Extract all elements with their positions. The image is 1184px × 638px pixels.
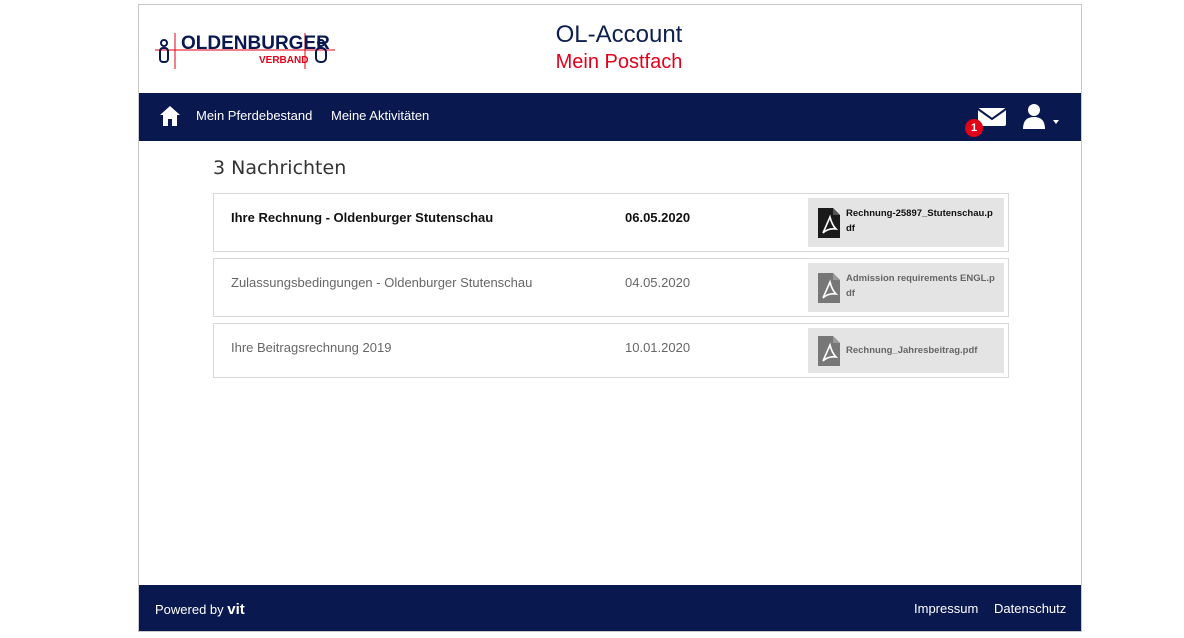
- message-row-3[interactable]: Ihre Beitragsrechnung 2019 10.01.2020 Re…: [213, 323, 1009, 378]
- attachment-filename: Admission requirements ENGL.pdf: [846, 273, 995, 299]
- page-title-block: OL-Account Mein Postfach: [519, 21, 719, 75]
- message-count: 3 Nachrichten: [213, 157, 347, 179]
- page-footer: Powered by vit Impressum Datenschutz: [139, 585, 1081, 631]
- unread-count-badge: 1: [965, 119, 983, 137]
- datenschutz-link[interactable]: Datenschutz: [994, 601, 1066, 616]
- nav-link-aktivitaeten[interactable]: Meine Aktivitäten: [331, 108, 429, 123]
- message-subject: Zulassungsbedingungen - Oldenburger Stut…: [231, 275, 533, 290]
- message-date: 06.05.2020: [625, 210, 691, 225]
- message-subject: Ihre Beitragsrechnung 2019: [231, 340, 392, 355]
- attachment-filename: Rechnung_Jahresbeitrag.pdf: [846, 345, 978, 356]
- vit-logo[interactable]: vit: [227, 601, 245, 618]
- nav-link-pferdebestand[interactable]: Mein Pferdebestand: [196, 108, 312, 123]
- message-subject: Ihre Rechnung - Oldenburger Stutenschau: [231, 210, 494, 225]
- page-header: OLDENBURGER VERBAND OL-Account Mein Post…: [139, 5, 1081, 93]
- user-menu-button[interactable]: [1021, 103, 1063, 131]
- powered-by-label: Powered by: [155, 602, 224, 617]
- pdf-icon: [818, 273, 840, 303]
- app-title: OL-Account: [555, 21, 683, 48]
- message-row-1[interactable]: Ihre Rechnung - Oldenburger Stutenschau …: [213, 193, 1009, 252]
- oldenburger-logo[interactable]: OLDENBURGER VERBAND: [155, 29, 335, 73]
- pdf-icon: [818, 208, 840, 238]
- attachment-filename: Rechnung-25897_Stutenschau.pdf: [846, 208, 993, 234]
- chevron-down-icon: [1053, 120, 1059, 124]
- attachment-button[interactable]: Rechnung_Jahresbeitrag.pdf: [808, 328, 1004, 373]
- message-row-2[interactable]: Zulassungsbedingungen - Oldenburger Stut…: [213, 258, 1009, 317]
- message-date: 10.01.2020: [625, 340, 691, 355]
- app-frame: OLDENBURGER VERBAND OL-Account Mein Post…: [138, 4, 1082, 632]
- home-icon[interactable]: [159, 105, 181, 127]
- pdf-icon: [818, 336, 840, 366]
- powered-by: Powered by vit: [155, 601, 245, 618]
- impressum-link[interactable]: Impressum: [914, 601, 978, 616]
- main-navbar: Mein Pferdebestand Meine Aktivitäten 1: [139, 93, 1081, 141]
- svg-text:VERBAND: VERBAND: [259, 55, 308, 66]
- svg-text:OLDENBURGER: OLDENBURGER: [181, 33, 330, 54]
- attachment-button[interactable]: Admission requirements ENGL.pdf: [808, 263, 1004, 312]
- user-icon: [1023, 104, 1045, 129]
- attachment-button[interactable]: Rechnung-25897_Stutenschau.pdf: [808, 198, 1004, 247]
- message-date: 04.05.2020: [625, 275, 691, 290]
- page-subtitle: Mein Postfach: [555, 51, 683, 73]
